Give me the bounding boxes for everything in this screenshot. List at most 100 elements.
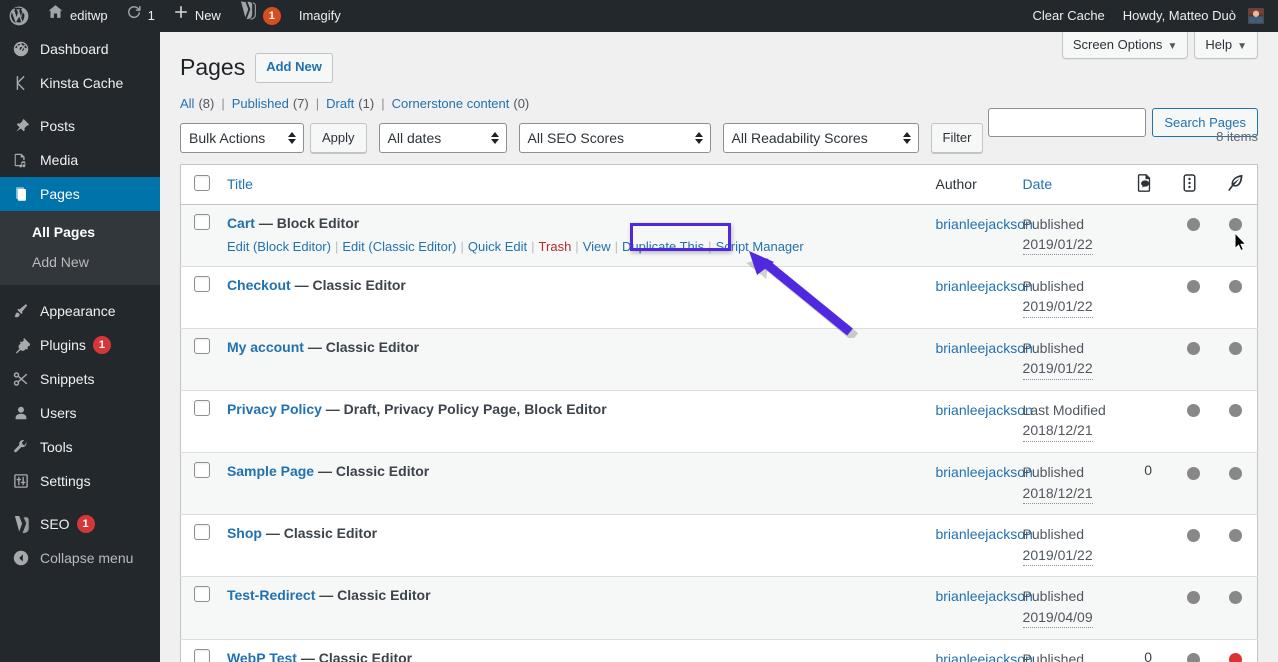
row-readability-cell [1214, 514, 1258, 577]
row-checkbox[interactable] [194, 338, 210, 355]
sidebar-item-pages[interactable]: Pages [0, 177, 168, 211]
new-content-menu[interactable]: New [164, 0, 230, 32]
author-link[interactable]: brianleejackson [935, 276, 1032, 296]
my-account-menu[interactable]: Howdy, Matteo Duò [1114, 0, 1278, 32]
row-checkbox[interactable] [194, 213, 210, 230]
seo-score-dot[interactable] [1187, 404, 1201, 418]
readability-score-dot[interactable] [1229, 280, 1243, 294]
sort-date-link[interactable]: Date [1023, 176, 1053, 192]
row-checkbox[interactable] [194, 462, 210, 479]
action-quick-edit[interactable]: Quick Edit [468, 239, 527, 254]
view-published-link[interactable]: Published [232, 96, 289, 111]
bulk-actions-select[interactable]: Bulk Actions [180, 122, 304, 153]
row-checkbox[interactable] [194, 524, 210, 541]
action-edit-block-editor[interactable]: Edit (Block Editor) [227, 239, 331, 254]
seo-score-icon[interactable] [1182, 174, 1197, 196]
readability-score-dot[interactable] [1229, 404, 1243, 418]
clear-cache-button[interactable]: Clear Cache [1024, 0, 1114, 32]
row-seo-cell [1172, 390, 1215, 453]
comments-icon[interactable] [1134, 174, 1154, 196]
action-view[interactable]: View [583, 239, 611, 254]
view-draft-link[interactable]: Draft [326, 96, 354, 111]
page-title-link[interactable]: Test-Redirect [227, 587, 315, 603]
select-all-checkbox[interactable] [194, 174, 210, 191]
sort-title-link[interactable]: Title [227, 176, 253, 192]
table-row: Checkout — Classic Editor brianleejackso… [180, 265, 1258, 329]
sidebar-item-posts[interactable]: Posts [0, 109, 160, 143]
readability-score-dot[interactable] [1229, 218, 1243, 232]
seo-score-dot[interactable] [1187, 528, 1201, 542]
author-link[interactable]: brianleejackson [935, 400, 1032, 420]
sidebar-item-kinsta-cache[interactable]: Kinsta Cache [0, 66, 160, 100]
sidebar-item-seo[interactable]: SEO 1 [0, 507, 160, 541]
row-checkbox[interactable] [194, 648, 210, 662]
view-all-link[interactable]: All [180, 96, 194, 111]
sidebar-item-settings[interactable]: Settings [0, 464, 160, 498]
row-title: Cart — Block Editor [227, 214, 916, 234]
bulk-actions-value: Bulk Actions [189, 129, 266, 146]
seo-score-dot[interactable] [1187, 590, 1201, 604]
readability-score-dot[interactable] [1229, 590, 1243, 604]
sidebar-item-media[interactable]: Media [0, 143, 160, 177]
sidebar-item-snippets[interactable]: Snippets [0, 362, 160, 396]
readability-score-dot[interactable] [1229, 652, 1243, 662]
sidebar-item-label: Appearance [40, 303, 116, 319]
updates-menu[interactable]: 1 [117, 0, 164, 32]
yoast-seo-menu[interactable]: 1 [230, 0, 290, 32]
table-row: Privacy Policy — Draft, Privacy Policy P… [180, 390, 1258, 453]
page-title-link[interactable]: Cart [227, 215, 255, 231]
author-link[interactable]: brianleejackson [935, 586, 1032, 606]
author-link[interactable]: brianleejackson [935, 338, 1032, 358]
date-value: 2019/01/22 [1022, 545, 1093, 566]
readability-score-dot[interactable] [1229, 466, 1243, 480]
page-title-link[interactable]: Privacy Policy [227, 401, 322, 417]
screen-options-button[interactable]: Screen Options ▼ [1061, 32, 1189, 59]
author-link[interactable]: brianleejackson [935, 214, 1032, 234]
seo-score-dot[interactable] [1187, 342, 1201, 356]
sidebar-item-users[interactable]: Users [0, 396, 160, 430]
readability-score-dot[interactable] [1229, 342, 1243, 356]
seo-score-dot[interactable] [1187, 652, 1201, 662]
author-link[interactable]: brianleejackson [935, 462, 1032, 482]
view-cornerstone-link[interactable]: Cornerstone content [392, 96, 510, 111]
sidebar-item-dashboard[interactable]: Dashboard [0, 32, 160, 66]
updates-refresh-icon [126, 0, 142, 32]
row-checkbox[interactable] [194, 275, 210, 292]
seo-score-dot[interactable] [1187, 218, 1201, 232]
seo-score-dot[interactable] [1187, 280, 1201, 294]
sidebar-item-tools[interactable]: Tools [0, 430, 160, 464]
apply-button[interactable]: Apply [310, 122, 367, 153]
readability-score-dot[interactable] [1229, 528, 1243, 542]
action-edit-classic-editor[interactable]: Edit (Classic Editor) [342, 239, 456, 254]
page-title-link[interactable]: Checkout [227, 277, 291, 293]
sidebar-item-plugins[interactable]: Plugins 1 [0, 328, 160, 362]
sidebar-separator [0, 100, 160, 109]
page-title-link[interactable]: WebP Test [227, 650, 297, 662]
sidebar-item-collapse-menu[interactable]: Collapse menu [0, 541, 160, 575]
date-filter-select[interactable]: All dates [378, 122, 507, 153]
readability-score-filter-select[interactable]: All Readability Scores [722, 122, 919, 153]
filter-button[interactable]: Filter [930, 122, 984, 153]
readability-feather-icon[interactable] [1225, 174, 1245, 196]
wp-logo-menu[interactable] [0, 0, 38, 32]
site-name-menu[interactable]: editwp [38, 0, 117, 32]
page-title-link[interactable]: Sample Page [227, 463, 314, 479]
action-trash[interactable]: Trash [539, 239, 572, 254]
action-script-manager[interactable]: Script Manager [716, 239, 804, 254]
add-new-button[interactable]: Add New [255, 53, 333, 83]
page-title-link[interactable]: My account [227, 339, 304, 355]
seo-score-filter-select[interactable]: All SEO Scores [518, 122, 711, 153]
seo-score-dot[interactable] [1187, 466, 1201, 480]
submenu-item-all-pages[interactable]: All Pages [0, 217, 160, 247]
author-link[interactable]: brianleejackson [935, 649, 1032, 662]
sidebar-item-appearance[interactable]: Appearance [0, 294, 160, 328]
row-author-cell: brianleejackson [925, 265, 1033, 329]
submenu-item-add-new[interactable]: Add New [0, 247, 160, 277]
page-title-link[interactable]: Shop [227, 525, 262, 541]
help-button[interactable]: Help ▼ [1194, 32, 1258, 59]
row-checkbox[interactable] [194, 400, 210, 417]
row-checkbox[interactable] [194, 586, 210, 603]
author-link[interactable]: brianleejackson [935, 524, 1032, 544]
imagify-menu[interactable]: Imagify [290, 0, 350, 32]
action-duplicate-this[interactable]: Duplicate This [622, 239, 704, 254]
